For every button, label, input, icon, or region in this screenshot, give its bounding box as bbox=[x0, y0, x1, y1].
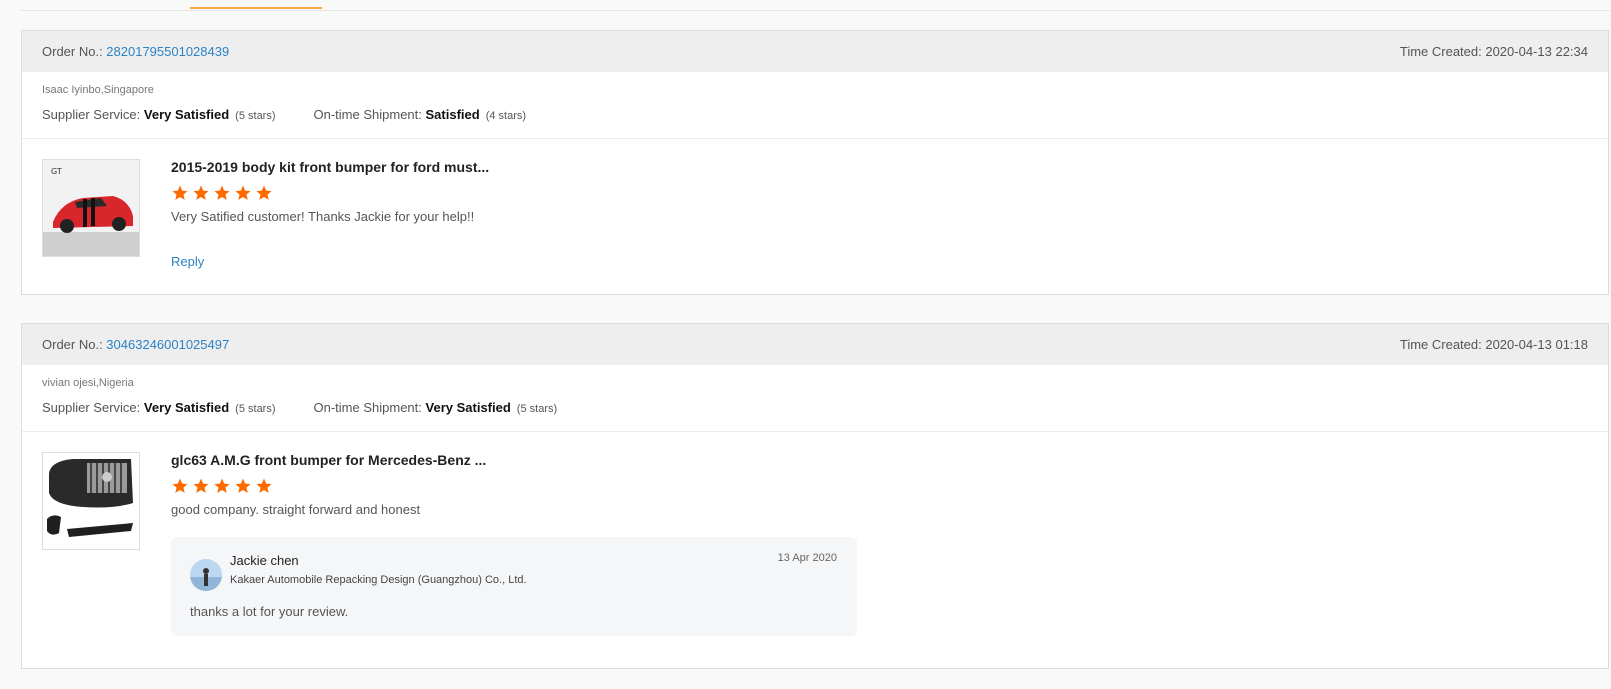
bumper-parts-image[interactable] bbox=[42, 452, 140, 550]
buyer-name: vivian ojesi,Nigeria bbox=[42, 377, 134, 389]
order-header: Order No.: 30463246001025497 Time Create… bbox=[22, 324, 1608, 365]
order-label: Order No.: bbox=[42, 44, 107, 59]
star-icon bbox=[235, 185, 251, 200]
time-created: Time Created: 2020-04-13 22:34 bbox=[1399, 44, 1588, 59]
shipment-value: Satisfied bbox=[425, 107, 480, 122]
star-icon bbox=[193, 478, 209, 493]
shipment-stars: (4 stars) bbox=[485, 110, 527, 122]
supplier-service-rating: Supplier Service: Very Satisfied (5 stars… bbox=[42, 400, 276, 415]
supplier-service-stars: (5 stars) bbox=[235, 403, 276, 415]
shipment-label: On-time Shipment: bbox=[313, 400, 426, 415]
service-ratings: Supplier Service: Very Satisfied (5 stars… bbox=[42, 400, 595, 415]
service-ratings: Supplier Service: Very Satisfied (5 stars… bbox=[42, 107, 564, 122]
supplier-service-stars: (5 stars) bbox=[235, 110, 276, 122]
star-icon bbox=[214, 478, 230, 493]
active-tab-indicator bbox=[190, 7, 322, 9]
review-comment: Very Satified customer! Thanks Jackie fo… bbox=[171, 209, 475, 224]
buyer-info: Isaac Iyinbo,Singapore Supplier Service:… bbox=[22, 72, 1608, 139]
order-number-link[interactable]: 28201795501028439 bbox=[106, 44, 229, 59]
star-icon bbox=[214, 185, 230, 200]
buyer-info: vivian ojesi,Nigeria Supplier Service: V… bbox=[22, 365, 1608, 432]
supplier-service-rating: Supplier Service: Very Satisfied (5 stars… bbox=[42, 107, 276, 122]
product-title[interactable]: glc63 A.M.G front bumper for Mercedes-Be… bbox=[171, 452, 857, 468]
review-content: glc63 A.M.G front bumper for Mercedes-Be… bbox=[171, 452, 857, 636]
shipment-label: On-time Shipment: bbox=[313, 107, 426, 122]
star-icon bbox=[235, 478, 251, 493]
star-icon bbox=[256, 478, 272, 493]
time-created: Time Created: 2020-04-13 01:18 bbox=[1399, 337, 1588, 352]
star-icon bbox=[172, 478, 188, 493]
shipment-rating: On-time Shipment: Satisfied (4 stars) bbox=[314, 107, 527, 122]
supplier-service-label: Supplier Service: bbox=[42, 400, 144, 415]
seller-reply: Jackie chen Kakaer Automobile Repacking … bbox=[171, 537, 857, 636]
review-card: Order No.: 30463246001025497 Time Create… bbox=[21, 323, 1609, 669]
supplier-service-label: Supplier Service: bbox=[42, 107, 144, 122]
supplier-service-value: Very Satisfied bbox=[143, 107, 230, 122]
rating-stars bbox=[171, 184, 489, 202]
order-label: Order No.: bbox=[42, 337, 107, 352]
avatar bbox=[190, 559, 222, 591]
red-car-image[interactable]: GT bbox=[42, 159, 140, 257]
svg-text:GT: GT bbox=[51, 167, 62, 176]
order-header: Order No.: 28201795501028439 Time Create… bbox=[22, 31, 1608, 72]
supplier-service-value: Very Satisfied bbox=[143, 400, 230, 415]
review-comment: good company. straight forward and hones… bbox=[171, 502, 421, 517]
tab-bar bbox=[20, 0, 1610, 11]
star-icon bbox=[172, 185, 188, 200]
product-title[interactable]: 2015-2019 body kit front bumper for ford… bbox=[171, 159, 489, 175]
rating-stars bbox=[171, 477, 857, 495]
reply-author-company: Kakaer Automobile Repacking Design (Guan… bbox=[230, 574, 527, 586]
star-icon bbox=[193, 185, 209, 200]
review-content: 2015-2019 body kit front bumper for ford… bbox=[171, 159, 489, 269]
order-number: Order No.: 30463246001025497 bbox=[42, 337, 229, 352]
reply-button[interactable]: Reply bbox=[171, 254, 489, 269]
buyer-name: Isaac Iyinbo,Singapore bbox=[42, 84, 154, 96]
shipment-value: Very Satisfied bbox=[425, 400, 511, 415]
shipment-rating: On-time Shipment: Very Satisfied (5 stars… bbox=[314, 400, 558, 415]
reply-author-name: Jackie chen bbox=[230, 553, 299, 568]
reply-date: 13 Apr 2020 bbox=[777, 552, 837, 564]
order-number: Order No.: 28201795501028439 bbox=[42, 44, 229, 59]
review-card: Order No.: 28201795501028439 Time Create… bbox=[21, 30, 1609, 295]
order-number-link[interactable]: 30463246001025497 bbox=[106, 337, 229, 352]
star-icon bbox=[256, 185, 272, 200]
shipment-stars: (5 stars) bbox=[516, 403, 558, 415]
reply-text: thanks a lot for your review. bbox=[190, 604, 349, 619]
